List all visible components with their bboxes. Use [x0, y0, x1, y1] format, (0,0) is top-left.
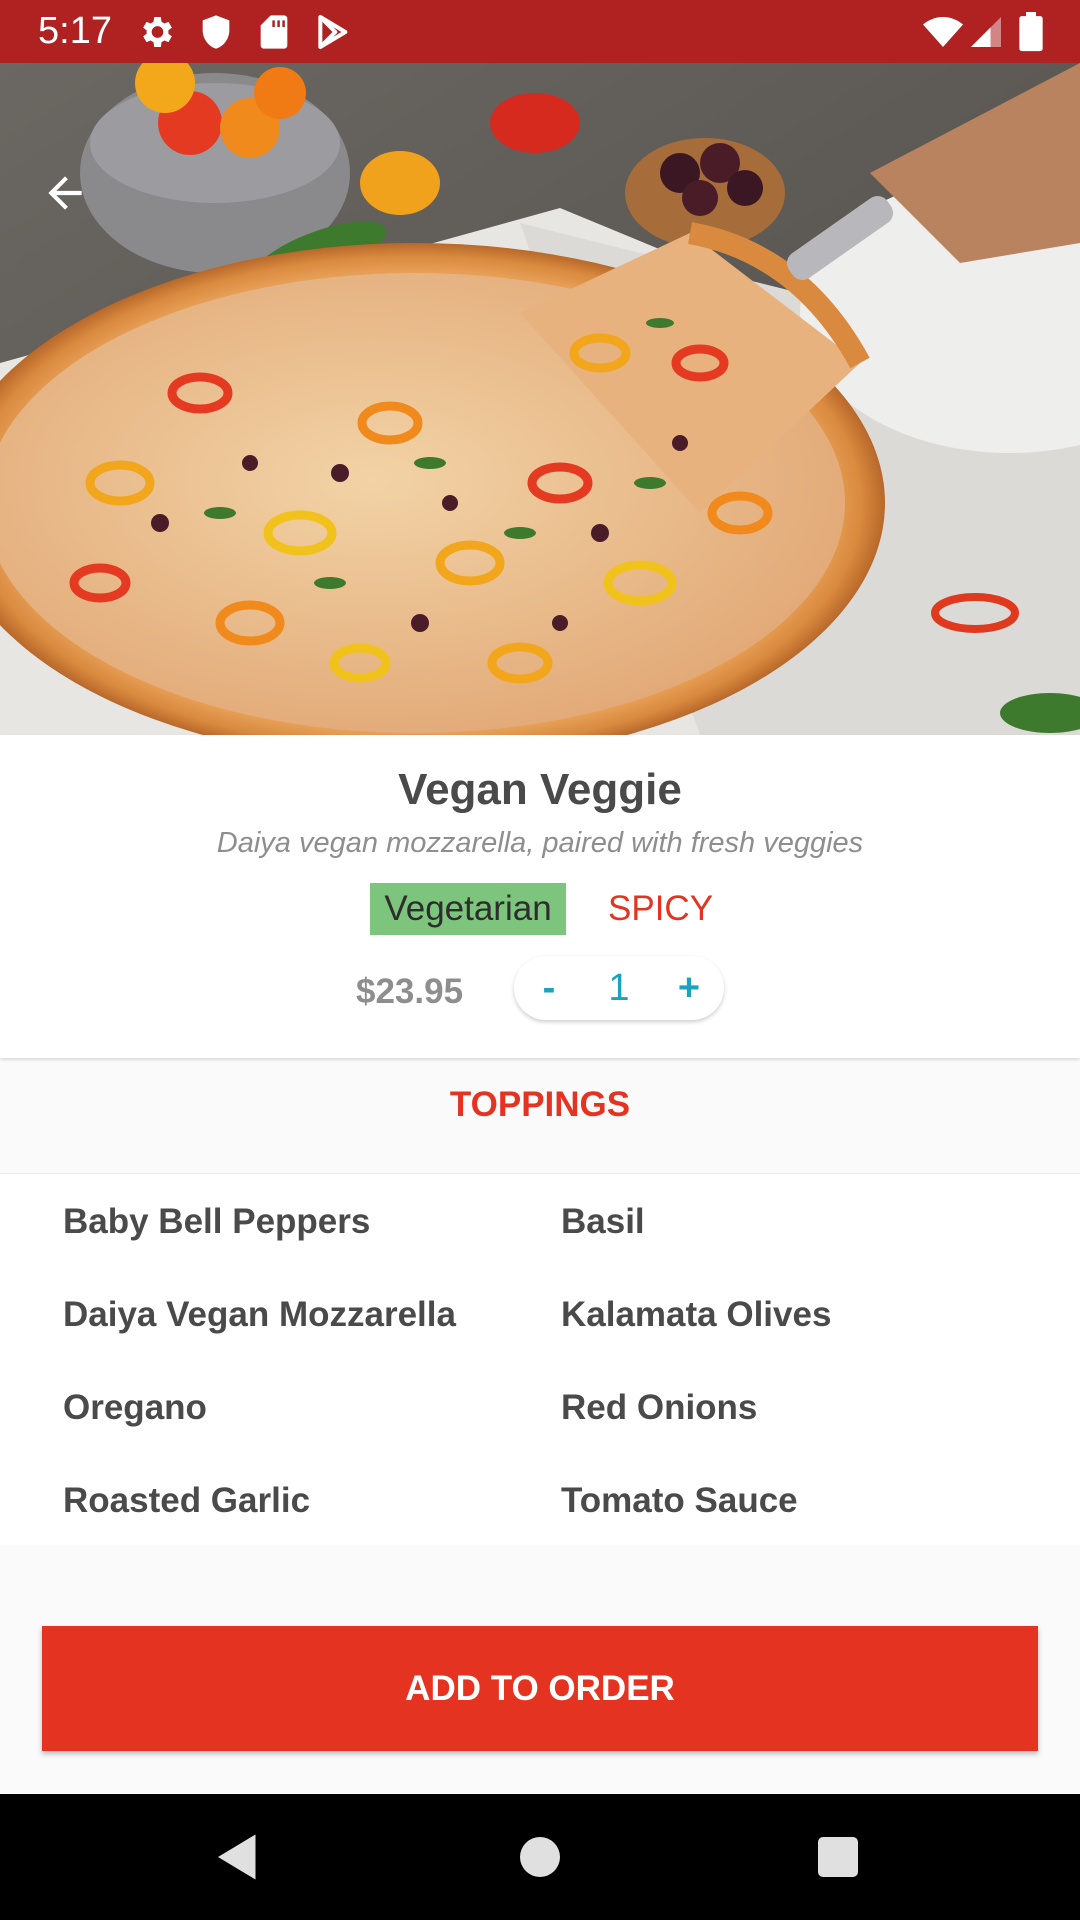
recents-square-icon [818, 1837, 858, 1877]
topping-item: Tomato Sauce [561, 1481, 798, 1520]
status-bar: 5:17 [0, 0, 1080, 63]
topping-item: Roasted Garlic [63, 1481, 311, 1520]
play-store-icon [312, 12, 352, 52]
topping-item: Oregano [63, 1388, 207, 1427]
nav-home-button[interactable] [510, 1827, 570, 1887]
quantity-value: 1 [608, 967, 630, 1009]
decrease-quantity-button[interactable]: - [514, 956, 584, 1020]
product-title: Vegan Veggie [398, 765, 682, 814]
add-to-order-button[interactable]: ADD TO ORDER [42, 1626, 1038, 1751]
shield-icon [196, 12, 236, 52]
hero-image [0, 63, 1080, 735]
nav-back-button[interactable] [208, 1827, 268, 1887]
system-nav-bar [0, 1794, 1080, 1920]
pizza-photo [0, 63, 1080, 735]
back-triangle-icon [218, 1834, 256, 1880]
spicy-badge: SPICY [608, 889, 714, 928]
topping-item: Daiya Vegan Mozzarella [63, 1295, 456, 1334]
topping-item: Basil [561, 1202, 645, 1241]
battery-icon [1016, 12, 1046, 52]
gear-icon [136, 12, 176, 52]
vegetarian-badge: Vegetarian [370, 883, 566, 935]
signal-icon [968, 12, 1004, 52]
quantity-stepper: - 1 + [514, 956, 724, 1020]
topping-item: Red Onions [561, 1388, 758, 1427]
product-price: $23.95 [356, 972, 464, 1011]
product-info-card: Vegan Veggie Daiya vegan mozzarella, pai… [0, 735, 1080, 1058]
nav-recents-button[interactable] [808, 1827, 868, 1887]
back-button[interactable] [40, 168, 106, 234]
status-time: 5:17 [38, 10, 112, 52]
arrow-left-icon [48, 176, 82, 210]
topping-item: Kalamata Olives [561, 1295, 832, 1334]
increase-quantity-button[interactable]: + [654, 956, 724, 1020]
toppings-list: Baby Bell Peppers Basil Daiya Vegan Mozz… [0, 1173, 1080, 1545]
product-description: Daiya vegan mozzarella, paired with fres… [216, 827, 864, 859]
topping-item: Baby Bell Peppers [63, 1202, 371, 1241]
home-circle-icon [520, 1837, 560, 1877]
toppings-header: TOPPINGS [449, 1085, 631, 1124]
wifi-icon [920, 12, 966, 52]
sd-card-icon [254, 12, 294, 52]
